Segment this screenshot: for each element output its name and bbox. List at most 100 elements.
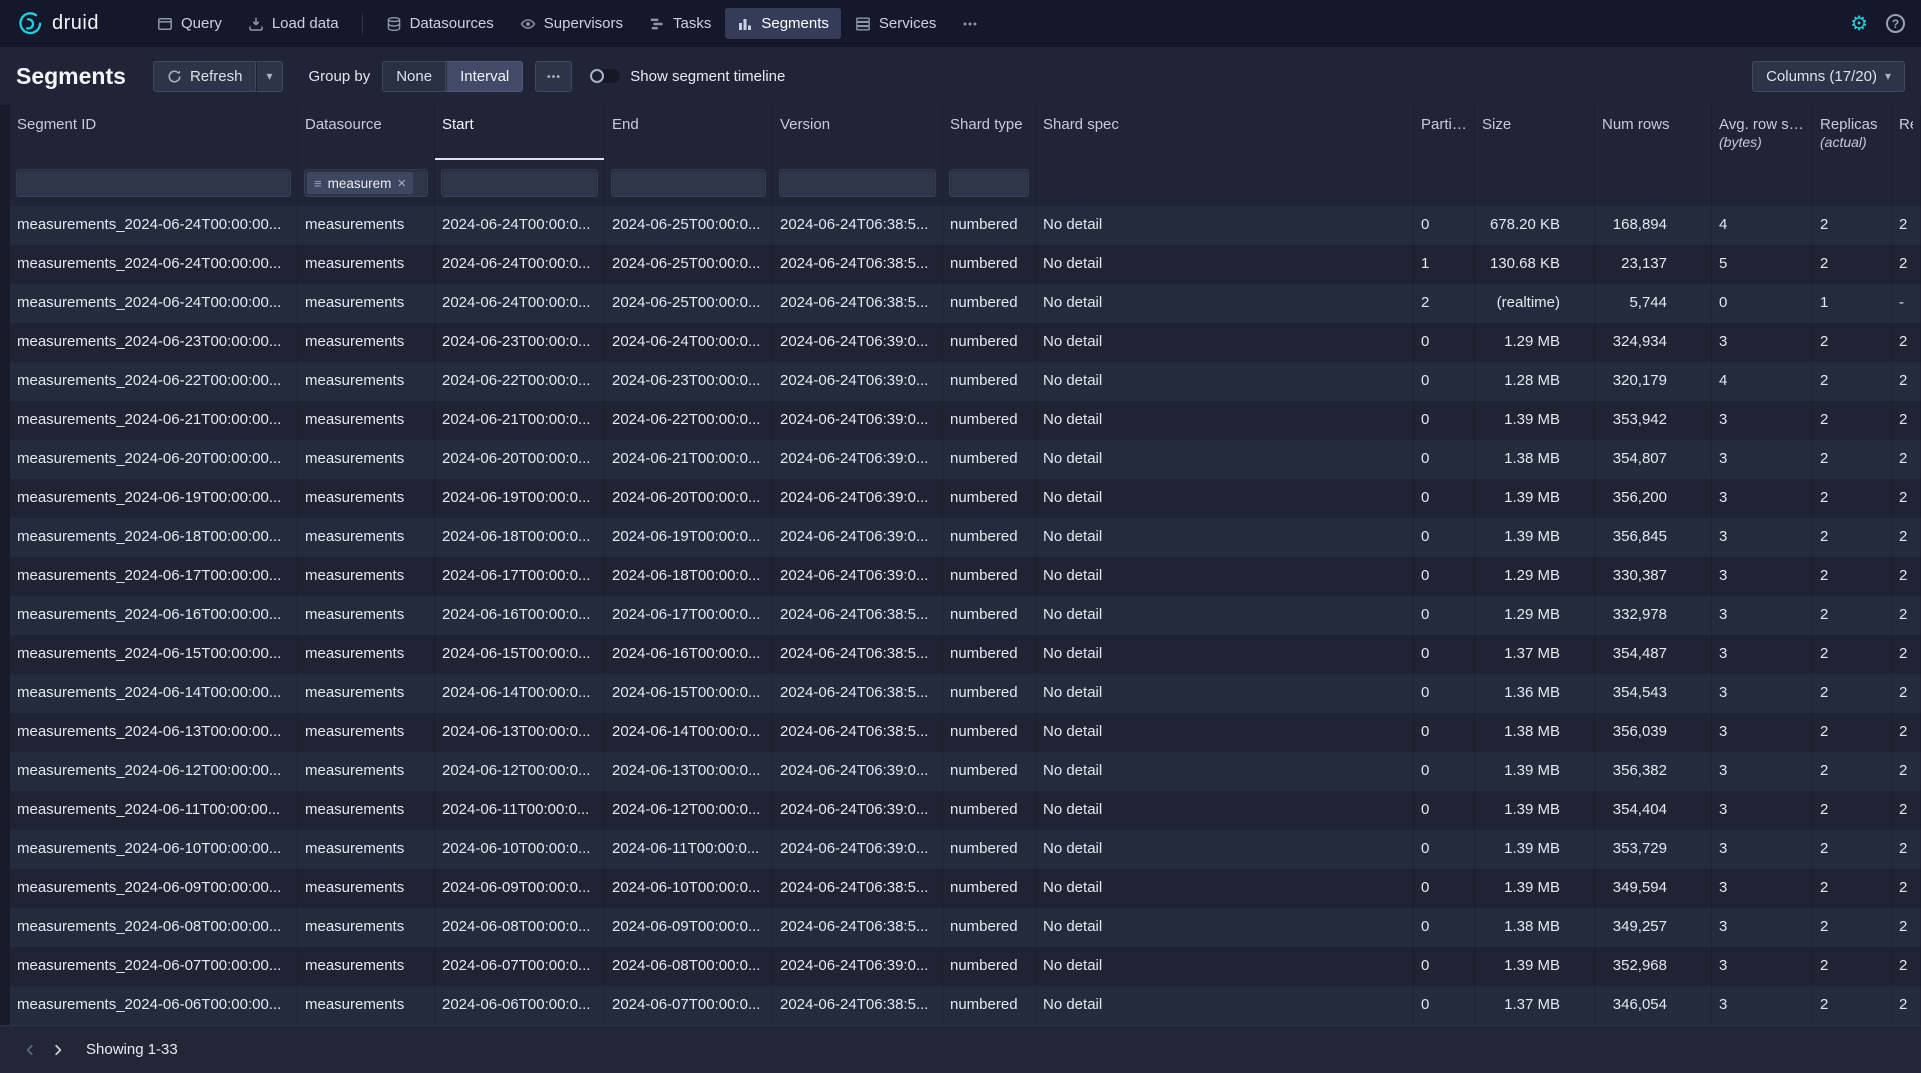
cell-segment-id: measurements_2024-06-21T00:00:00... xyxy=(10,401,298,440)
cell-replication-factor: 2 xyxy=(1892,362,1921,401)
col-header-start[interactable]: Start xyxy=(435,105,605,160)
col-header-size[interactable]: Size xyxy=(1475,105,1595,160)
col-header-shard-spec[interactable]: Shard spec xyxy=(1036,105,1414,160)
segment-timeline-switch[interactable] xyxy=(590,69,620,83)
cell-replication-factor: 2 xyxy=(1892,908,1921,947)
table-row[interactable]: measurements_2024-06-06T00:00:00... meas… xyxy=(10,986,1921,1025)
table-row[interactable]: measurements_2024-06-14T00:00:00... meas… xyxy=(10,674,1921,713)
refresh-interval-dropdown-button[interactable]: ▾ xyxy=(256,61,282,92)
col-header-avg-row-size[interactable]: Avg. row size(bytes) xyxy=(1712,105,1813,160)
nav-item-supervisors[interactable]: Supervisors xyxy=(508,8,635,39)
nav-item-services[interactable]: Services xyxy=(843,8,949,39)
remove-filter-icon[interactable]: × xyxy=(397,176,406,191)
filter-cell-datasource: ≡ measurem × xyxy=(298,160,435,206)
col-header-datasource[interactable]: Datasource xyxy=(298,105,435,160)
start-filter-input[interactable] xyxy=(441,169,598,197)
cell-segment-id: measurements_2024-06-22T00:00:00... xyxy=(10,362,298,401)
cell-replication-factor: - xyxy=(1892,284,1921,323)
cell-segment-id: measurements_2024-06-12T00:00:00... xyxy=(10,752,298,791)
group-by-none-button[interactable]: None xyxy=(382,61,446,92)
col-header-replicas[interactable]: Replicas(actual) xyxy=(1813,105,1892,160)
table-row[interactable]: measurements_2024-06-12T00:00:00... meas… xyxy=(10,752,1921,791)
cell-start: 2024-06-15T00:00:0... xyxy=(435,635,605,674)
col-header-shard-type[interactable]: Shard type xyxy=(943,105,1036,160)
table-row[interactable]: measurements_2024-06-24T00:00:00... meas… xyxy=(10,245,1921,284)
cell-size: 1.39 MB xyxy=(1475,869,1595,908)
gear-icon[interactable]: ⚙ xyxy=(1850,14,1868,34)
nav-item-query[interactable]: Query xyxy=(145,8,234,39)
table-row[interactable]: measurements_2024-06-19T00:00:00... meas… xyxy=(10,479,1921,518)
more-icon xyxy=(962,16,978,32)
nav-item-tasks[interactable]: Tasks xyxy=(637,8,723,39)
end-filter-input[interactable] xyxy=(611,169,766,197)
cell-partition: 0 xyxy=(1414,518,1475,557)
table-row[interactable]: measurements_2024-06-24T00:00:00... meas… xyxy=(10,284,1921,323)
table-row[interactable]: measurements_2024-06-11T00:00:00... meas… xyxy=(10,791,1921,830)
nav-item-datasources[interactable]: Datasources xyxy=(374,8,506,39)
cell-start: 2024-06-20T00:00:0... xyxy=(435,440,605,479)
cell-replication-factor: 2 xyxy=(1892,635,1921,674)
table-row[interactable]: measurements_2024-06-20T00:00:00... meas… xyxy=(10,440,1921,479)
group-by-interval-button[interactable]: Interval xyxy=(446,61,523,92)
load-data-icon xyxy=(248,16,264,32)
cell-partition: 0 xyxy=(1414,674,1475,713)
brand[interactable]: druid xyxy=(16,10,99,37)
segment-id-filter-input[interactable] xyxy=(16,169,291,197)
col-header-version[interactable]: Version xyxy=(773,105,943,160)
view-bar: Segments Refresh ▾ Group by None Interva… xyxy=(0,47,1921,105)
table-row[interactable]: measurements_2024-06-15T00:00:00... meas… xyxy=(10,635,1921,674)
cell-partition: 0 xyxy=(1414,557,1475,596)
col-header-num-rows[interactable]: Num rows xyxy=(1595,105,1712,160)
cell-datasource: measurements xyxy=(298,206,435,245)
showing-range-label: Showing 1-33 xyxy=(86,1041,178,1058)
refresh-button[interactable]: Refresh xyxy=(153,61,257,92)
nav-item-load-data[interactable]: Load data xyxy=(236,8,351,39)
previous-page-button[interactable] xyxy=(16,1036,44,1064)
nav-item-more[interactable] xyxy=(950,9,990,39)
next-page-button[interactable] xyxy=(44,1036,72,1064)
filter-cell-empty xyxy=(1595,160,1712,206)
table-row[interactable]: measurements_2024-06-13T00:00:00... meas… xyxy=(10,713,1921,752)
nav-item-label: Tasks xyxy=(673,15,711,32)
table-row[interactable]: measurements_2024-06-23T00:00:00... meas… xyxy=(10,323,1921,362)
cell-start: 2024-06-06T00:00:0... xyxy=(435,986,605,1025)
nav-divider xyxy=(362,13,363,35)
col-header-segment-id[interactable]: Segment ID xyxy=(10,105,298,160)
filter-cell-start xyxy=(435,160,605,206)
cell-replicas: 2 xyxy=(1813,635,1892,674)
cell-version: 2024-06-24T06:38:5... xyxy=(773,869,943,908)
table-row[interactable]: measurements_2024-06-08T00:00:00... meas… xyxy=(10,908,1921,947)
table-row[interactable]: measurements_2024-06-22T00:00:00... meas… xyxy=(10,362,1921,401)
table-row[interactable]: measurements_2024-06-09T00:00:00... meas… xyxy=(10,869,1921,908)
filter-list-icon: ≡ xyxy=(314,177,322,190)
table-row[interactable]: measurements_2024-06-16T00:00:00... meas… xyxy=(10,596,1921,635)
col-header-partition[interactable]: Partition xyxy=(1414,105,1475,160)
cell-start: 2024-06-13T00:00:0... xyxy=(435,713,605,752)
shard-type-filter-input[interactable] xyxy=(949,169,1029,197)
help-icon[interactable]: ? xyxy=(1886,14,1905,33)
datasource-filter-input[interactable]: ≡ measurem × xyxy=(304,169,428,197)
table-row[interactable]: measurements_2024-06-21T00:00:00... meas… xyxy=(10,401,1921,440)
cell-shard-type: numbered xyxy=(943,713,1036,752)
table-row[interactable]: measurements_2024-06-18T00:00:00... meas… xyxy=(10,518,1921,557)
cell-replication-factor: 2 xyxy=(1892,713,1921,752)
table-row[interactable]: measurements_2024-06-24T00:00:00... meas… xyxy=(10,206,1921,245)
columns-dropdown-button[interactable]: Columns (17/20) ▾ xyxy=(1752,61,1905,92)
cell-avg-row-size: 3 xyxy=(1712,440,1813,479)
col-header-end[interactable]: End xyxy=(605,105,773,160)
cell-start: 2024-06-17T00:00:0... xyxy=(435,557,605,596)
table-row[interactable]: measurements_2024-06-10T00:00:00... meas… xyxy=(10,830,1921,869)
cell-version: 2024-06-24T06:39:0... xyxy=(773,830,943,869)
nav-item-segments[interactable]: Segments xyxy=(725,8,841,39)
cell-num-rows: 332,978 xyxy=(1595,596,1712,635)
cell-replicas: 2 xyxy=(1813,479,1892,518)
cell-shard-spec: No detail xyxy=(1036,323,1414,362)
cell-shard-type: numbered xyxy=(943,830,1036,869)
more-options-button[interactable] xyxy=(535,61,572,92)
table-row[interactable]: measurements_2024-06-07T00:00:00... meas… xyxy=(10,947,1921,986)
cell-version: 2024-06-24T06:39:0... xyxy=(773,323,943,362)
col-header-replication-factor[interactable]: Replication factor xyxy=(1892,105,1921,160)
group-by-label: Group by xyxy=(309,68,371,85)
table-row[interactable]: measurements_2024-06-17T00:00:00... meas… xyxy=(10,557,1921,596)
version-filter-input[interactable] xyxy=(779,169,936,197)
